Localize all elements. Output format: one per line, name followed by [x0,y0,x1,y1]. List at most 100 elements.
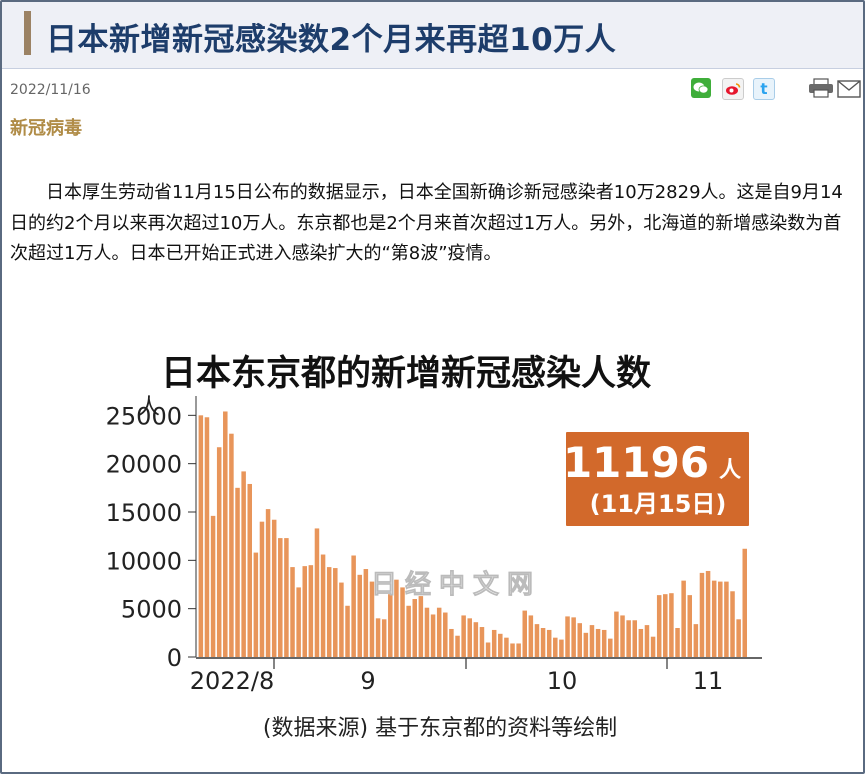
chart-bar [253,552,259,657]
chart-bar [632,620,637,657]
callout-unit: 人 [719,458,741,483]
chart-bar [711,580,717,657]
chart-bar [620,615,625,657]
chart-bar [204,417,210,657]
chart-bar [302,566,307,657]
callout-value: 11196 [563,438,709,487]
chart-bar [375,618,381,657]
x-tick-label: 2022/8 [190,667,274,695]
chart-bar [467,618,472,657]
chart-bar [443,612,448,657]
chart-bar [418,596,424,657]
chart-bar [424,607,430,657]
chart-bar [522,610,527,657]
chart-bar [546,629,552,657]
print-icon[interactable] [808,78,834,98]
article-body: 日本厚生劳动省11月15日公布的数据显示，日本全国新确诊新冠感染者10万2829… [10,182,843,264]
chart-bar [601,629,607,657]
chart-bar [223,411,228,657]
chart-bar [516,643,521,657]
data-source-note: (数据来源) 基于东京都的资料等绘制 [263,716,617,741]
watermark: 日经中文网 [371,569,541,600]
chart-bar [461,615,466,657]
chart-bar [699,572,705,657]
chart-bar [363,569,369,657]
x-tick-label: 10 [547,667,578,695]
chart-bar [498,633,503,657]
chart-bar [290,567,295,657]
y-tick-label: 15000 [106,499,182,527]
chart-bar [388,594,393,657]
chart-bar [308,565,314,657]
chart-bar [485,642,491,657]
chart-bar [583,632,589,657]
chart-bar [455,635,460,657]
chart-bar [320,554,326,657]
chart-bar [381,619,387,657]
y-tick-label: 10000 [106,547,182,575]
callout-box: 11196 人 (11月15日) [563,432,749,526]
chart-bar [681,580,686,657]
chart-bar [608,638,613,657]
chart-bar [296,587,301,657]
chart-bar [589,625,595,657]
wechat-icon[interactable] [691,78,711,98]
chart-bar [638,628,644,657]
category-link[interactable]: 新冠病毒 [10,114,82,140]
chart-bar [705,570,711,657]
chart-bar [412,599,417,657]
chart-bar [345,605,350,657]
y-tick-label: 0 [167,644,182,672]
chart-bar [693,624,699,657]
chart-bar [406,605,411,657]
chart-bar [614,611,619,657]
chart-bar [626,620,631,657]
callout-date: (11月15日) [590,490,727,518]
chart-bar [528,615,534,657]
chart-bar [473,622,479,657]
chart-bar [687,595,692,657]
chart-bar [229,433,234,657]
mail-icon[interactable] [837,79,861,99]
bar-chart: 日本东京都的新增新冠感染人数 人 0 5000 10000 15000 20000 250… [106,353,762,741]
chart-bar [644,625,650,657]
chart-bar [247,483,252,657]
chart-bar [235,487,240,657]
chart-bar [241,471,246,657]
chart-bar [271,519,277,657]
chart-bar [656,595,662,657]
chart-bar [326,567,332,657]
chart-bar [351,555,356,657]
chart-bar [663,594,668,657]
title-accent-bar [24,11,31,55]
chart-bar [436,607,442,657]
chart-figure: 日本东京都的新增新冠感染人数 人 0 5000 10000 15000 20000 250… [106,341,774,754]
article-frame: 日本新增新冠感染数2个月来再超10万人 2022/11/16 t 新冠病毒 日本… [0,0,865,774]
publish-date: 2022/11/16 [10,82,91,98]
page-title: 日本新增新冠感染数2个月来再超10万人 [46,22,617,58]
chart-bar [669,593,674,657]
chart-bar [559,639,564,657]
chart-bar [510,643,515,657]
x-tick-label: 11 [693,667,724,695]
article-header: 日本新增新冠感染数2个月来再超10万人 [2,2,863,69]
y-tick-label: 5000 [121,596,182,624]
chart-bar [216,447,222,657]
chart-title: 日本东京都的新增新冠感染人数 [161,353,651,394]
chart-bar [504,637,509,657]
weibo-icon[interactable] [722,78,744,100]
x-tick-label: 9 [360,667,375,695]
chart-bar [724,581,729,657]
twitter-icon[interactable]: t [753,78,775,100]
chart-bar [736,619,741,657]
chart-bar [210,515,216,657]
chart-bar [198,415,204,657]
chart-bar [278,538,283,657]
chart-bar [595,628,601,657]
chart-bar [742,548,747,657]
y-tick-label: 20000 [106,451,182,479]
chart-bar [491,629,497,657]
chart-bar [284,538,289,657]
chart-bar [430,614,436,657]
chart-bar [357,574,362,657]
